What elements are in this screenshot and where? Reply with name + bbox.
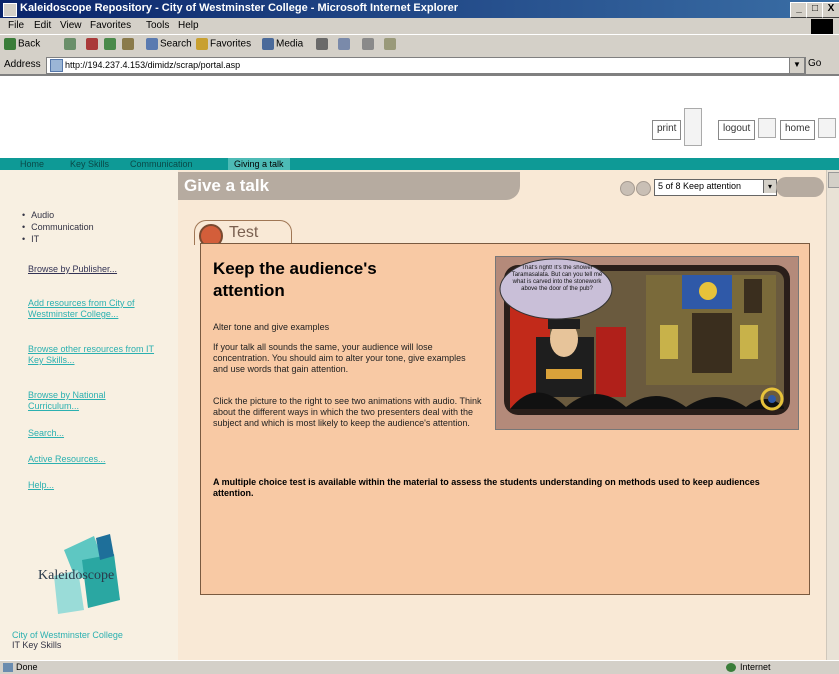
main-panel: Give a talk 5 of 8 Keep attention ▾ Test…: [178, 170, 839, 660]
mail-button[interactable]: [338, 38, 352, 50]
home-button[interactable]: home: [780, 120, 816, 140]
favorites-button[interactable]: Favorites: [196, 38, 251, 50]
forward-arrow-icon: [64, 38, 76, 50]
back-button[interactable]: Back: [4, 38, 40, 50]
internet-zone-icon: [726, 663, 736, 672]
address-dropdown-button[interactable]: ▼: [789, 57, 805, 74]
title-bar: Kaleidoscope Repository - City of Westmi…: [0, 0, 839, 18]
scrollbar-thumb[interactable]: [828, 172, 839, 188]
status-zone: Internet: [740, 662, 771, 672]
speech-bubble-text: That's right! It's the shower Taramasala…: [511, 265, 603, 292]
print-toolbar-button[interactable]: [362, 38, 376, 50]
door-icon: [758, 118, 776, 138]
search-button[interactable]: Search: [146, 38, 192, 50]
close-button[interactable]: X: [822, 2, 839, 18]
page-title: Give a talk: [178, 172, 520, 200]
menu-bar: File Edit View Favorites Tools Help: [0, 18, 839, 34]
refresh-button[interactable]: [104, 38, 118, 50]
go-button[interactable]: Go: [808, 58, 821, 69]
print-button[interactable]: print: [652, 120, 682, 140]
address-url: http://194.237.4.153/dimidz/scrap/portal…: [65, 60, 241, 70]
sidebar-link-add-resources[interactable]: Add resources from City of Westminster C…: [28, 298, 158, 320]
sidebar-link-national-curriculum[interactable]: Browse by National Curriculum...: [28, 390, 158, 412]
step-select-value: 5 of 8 Keep attention: [658, 181, 742, 191]
house-icon: [818, 118, 836, 138]
next-button[interactable]: [776, 177, 824, 197]
page-done-icon: [3, 663, 13, 672]
media-button[interactable]: Media: [262, 38, 303, 50]
breadcrumb-key-skills[interactable]: Key Skills: [70, 158, 109, 170]
sidebar: Audio Communication IT Browse by Publish…: [0, 170, 178, 660]
logo-text: Kaleidoscope: [38, 568, 115, 583]
sidebar-bullet-audio[interactable]: Audio: [22, 210, 54, 220]
status-bar: Done Internet: [0, 660, 839, 674]
breadcrumb-communication[interactable]: Communication: [130, 158, 193, 170]
kaleidoscope-logo: Kaleidoscope: [34, 530, 144, 620]
chevron-down-icon: ▾: [763, 180, 776, 193]
sidebar-footer: City of Westminster College IT Key Skill…: [12, 630, 123, 650]
sidebar-link-browse-other[interactable]: Browse other resources from IT Key Skill…: [28, 344, 158, 366]
menu-favorites[interactable]: Favorites: [90, 20, 131, 31]
back-arrow-icon: [4, 38, 16, 50]
edit-icon: [384, 38, 396, 50]
printer-icon: [684, 108, 702, 146]
page-header: print logout home: [0, 78, 839, 158]
menu-help[interactable]: Help: [178, 20, 199, 31]
stop-button[interactable]: [86, 38, 100, 50]
previous-step-button[interactable]: [620, 181, 635, 196]
ie-window-icon: [3, 3, 17, 17]
address-label: Address: [4, 59, 41, 70]
toolbar: Back Search Favorites Media: [0, 34, 839, 54]
content-panel: Keep the audience's attention Alter tone…: [200, 243, 810, 595]
breadcrumb-bar: Home Key Skills Communication Giving a t…: [0, 158, 839, 170]
forward-button[interactable]: [64, 38, 78, 50]
sidebar-link-help[interactable]: Help...: [28, 480, 158, 491]
test-tab-label: Test: [229, 224, 259, 241]
breadcrumb-current: Giving a talk: [228, 158, 290, 170]
vertical-scrollbar[interactable]: [826, 170, 839, 660]
refresh-icon: [104, 38, 116, 50]
footer-college: City of Westminster College: [12, 630, 123, 640]
next-step-button[interactable]: [636, 181, 651, 196]
address-input[interactable]: http://194.237.4.153/dimidz/scrap/portal…: [46, 57, 806, 74]
status-text: Done: [16, 662, 38, 672]
cartoon-presenter-image: That's right! It's the shower Taramasala…: [496, 257, 798, 429]
window-title: Kaleidoscope Repository - City of Westmi…: [20, 2, 459, 14]
step-select[interactable]: 5 of 8 Keep attention ▾: [654, 179, 777, 196]
menu-tools[interactable]: Tools: [146, 20, 169, 31]
sidebar-link-active-resources[interactable]: Active Resources...: [28, 454, 158, 465]
sidebar-bullet-communication[interactable]: Communication: [22, 222, 94, 232]
history-icon: [316, 38, 328, 50]
home-icon: [122, 38, 134, 50]
sidebar-bullet-it[interactable]: IT: [22, 234, 39, 244]
printer-icon: [362, 38, 374, 50]
breadcrumb-home[interactable]: Home: [20, 158, 44, 170]
ie-throbber-icon: [811, 19, 833, 34]
mail-icon: [338, 38, 350, 50]
paragraph-instructions: Click the picture to the right to see tw…: [213, 396, 482, 428]
animation-thumbnail[interactable]: That's right! It's the shower Taramasala…: [495, 256, 799, 430]
logout-button[interactable]: logout: [718, 120, 756, 140]
menu-edit[interactable]: Edit: [34, 20, 51, 31]
paragraph-intro: If your talk all sounds the same, your a…: [213, 342, 466, 374]
content-title: Keep the audience's attention: [213, 259, 377, 300]
media-icon: [262, 38, 274, 50]
paragraph-subtitle: Alter tone and give examples: [213, 322, 330, 332]
menu-view[interactable]: View: [60, 20, 82, 31]
footer-key-skills: IT Key Skills: [12, 640, 62, 650]
stop-icon: [86, 38, 98, 50]
menu-file[interactable]: File: [8, 20, 24, 31]
edit-toolbar-button[interactable]: [384, 38, 398, 50]
home-toolbar-button[interactable]: [122, 38, 136, 50]
sidebar-link-search[interactable]: Search...: [28, 428, 158, 439]
address-bar: Address http://194.237.4.153/dimidz/scra…: [0, 54, 839, 76]
sidebar-link-browse-publisher[interactable]: Browse by Publisher...: [28, 264, 158, 275]
paragraph-test-note: A multiple choice test is available with…: [213, 477, 760, 498]
history-button[interactable]: [316, 38, 330, 50]
tab-test[interactable]: Test: [194, 220, 292, 248]
search-icon: [146, 38, 158, 50]
favorites-star-icon: [196, 38, 208, 50]
page-icon: [50, 59, 63, 72]
